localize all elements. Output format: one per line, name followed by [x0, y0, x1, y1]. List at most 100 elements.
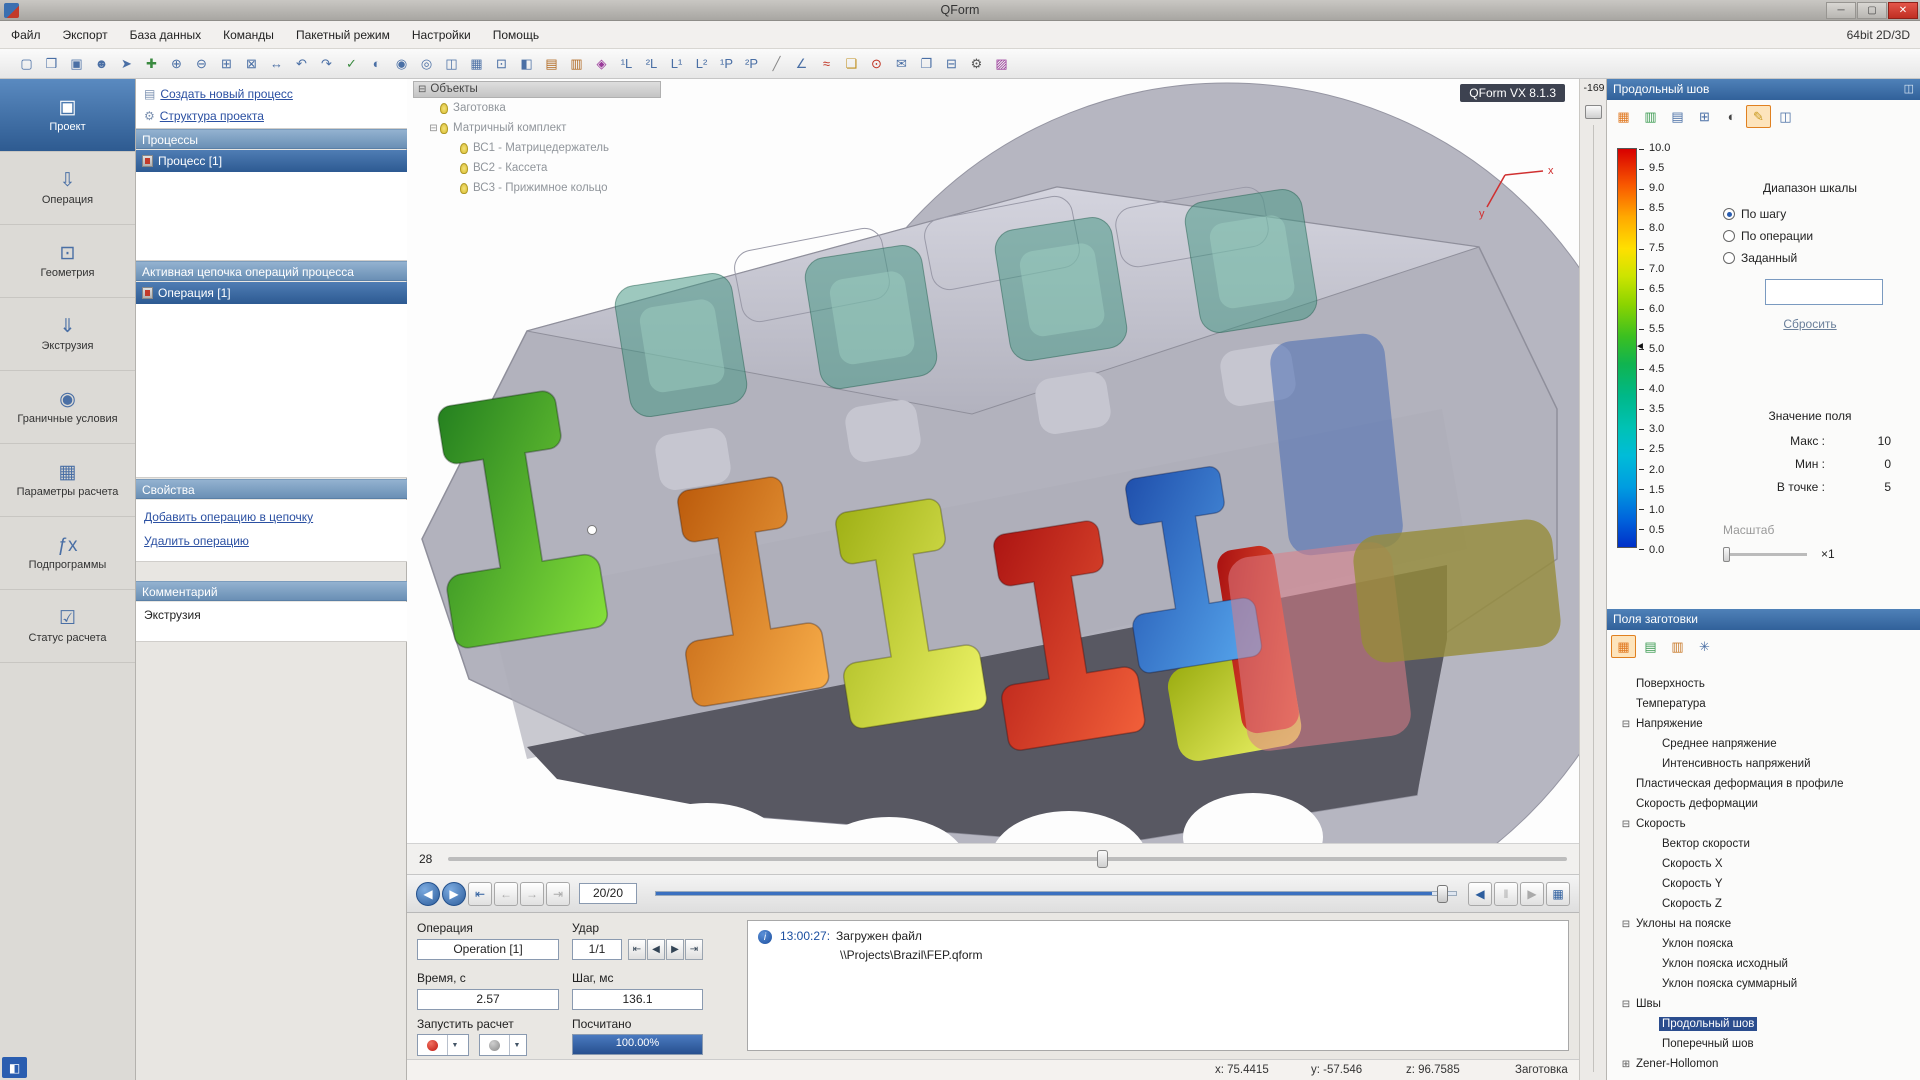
- minimize-button[interactable]: ─: [1826, 2, 1856, 19]
- field-halftone-icon[interactable]: ◐: [1719, 105, 1744, 128]
- save-icon[interactable]: ▣: [64, 52, 89, 77]
- trace-point2-icon[interactable]: ²P: [739, 51, 764, 76]
- field-palette-icon[interactable]: ▦: [1611, 105, 1636, 128]
- objects-tree-item[interactable]: ВС3 - Прижимное кольцо: [413, 178, 661, 198]
- first-blow-button[interactable]: ⇤: [628, 939, 646, 960]
- tree-item[interactable]: ⊟ Швы: [1611, 994, 1916, 1014]
- pause-button[interactable]: ‖: [1494, 882, 1518, 906]
- operation-chain-list[interactable]: [136, 282, 407, 478]
- results-table-button[interactable]: ▦: [1546, 882, 1570, 906]
- tree-item[interactable]: Скорость X: [1611, 854, 1916, 874]
- camera-icon[interactable]: ◧: [514, 52, 539, 77]
- frame-slider-track[interactable]: [448, 857, 1567, 861]
- twisty-icon[interactable]: ⊟: [1619, 919, 1633, 930]
- twisty-icon[interactable]: ⊞: [1619, 1059, 1633, 1070]
- probe-icon[interactable]: ◈: [589, 52, 614, 77]
- tree-item[interactable]: Продольный шов: [1611, 1014, 1916, 1034]
- mesh-icon[interactable]: ▦: [464, 52, 489, 77]
- menu-item[interactable]: Команды: [212, 21, 285, 49]
- stop-simulation-button[interactable]: ▼: [479, 1034, 527, 1056]
- tree-item[interactable]: Скорость деформации: [1611, 794, 1916, 814]
- graph-icon[interactable]: ≈: [814, 51, 839, 76]
- first-frame-button[interactable]: ⇤: [468, 882, 492, 906]
- last-blow-button[interactable]: ⇥: [685, 939, 703, 960]
- run-dropdown-icon[interactable]: ▼: [447, 1035, 462, 1055]
- field-edit-icon[interactable]: ✎: [1746, 105, 1771, 128]
- tree-item[interactable]: Скорость Z: [1611, 894, 1916, 914]
- billet-mesh-icon[interactable]: ▤: [1638, 635, 1663, 658]
- sidebar-item-simulation-parameters[interactable]: ▦ Параметры расчета: [0, 444, 135, 517]
- select-icon[interactable]: ➤: [114, 52, 139, 77]
- scale-range-option[interactable]: По шагу: [1707, 203, 1913, 225]
- mirror-icon[interactable]: ◫: [439, 52, 464, 77]
- sidebar-item-extrusion[interactable]: ⇓ Экструзия: [0, 298, 135, 371]
- trace-line1-icon[interactable]: ¹L: [614, 51, 639, 76]
- tree-item[interactable]: Уклон пояска: [1611, 934, 1916, 954]
- section-icon[interactable]: ◐: [364, 51, 389, 76]
- field-bars-icon[interactable]: ▥: [1638, 105, 1663, 128]
- twisty-icon[interactable]: ⊟: [427, 123, 440, 134]
- sidebar-item-geometry[interactable]: ⊡ Геометрия: [0, 225, 135, 298]
- tree-item[interactable]: Поверхность: [1611, 674, 1916, 694]
- mail-icon[interactable]: ✉: [889, 52, 914, 77]
- step-field[interactable]: 136.1: [572, 989, 703, 1010]
- display-icon[interactable]: ⊟: [939, 52, 964, 77]
- visibility-icon[interactable]: ◉: [389, 52, 414, 77]
- project-structure-link[interactable]: Структура проекта: [160, 109, 264, 123]
- twisty-icon[interactable]: ⊟: [1619, 819, 1633, 830]
- menu-item[interactable]: Помощь: [482, 21, 550, 49]
- scale-range-input[interactable]: [1765, 279, 1883, 305]
- billet-surface-icon[interactable]: ▦: [1611, 635, 1636, 658]
- zoom-in-icon[interactable]: ⊕: [164, 52, 189, 77]
- zoom-window-icon[interactable]: ⊞: [214, 52, 239, 77]
- record-video-icon[interactable]: ⊙: [864, 52, 889, 77]
- crosshair-icon[interactable]: ✚: [139, 52, 164, 77]
- tree-item[interactable]: Вектор скорости: [1611, 834, 1916, 854]
- tree-item[interactable]: ⊟ Скорость: [1611, 814, 1916, 834]
- taskbar-app-icon[interactable]: ◧: [2, 1057, 27, 1078]
- viewport-3d[interactable]: x y ⊟ Объекты Заготовка: [407, 79, 1579, 843]
- radio-icon[interactable]: [1723, 252, 1735, 264]
- tree-item[interactable]: Уклон пояска суммарный: [1611, 974, 1916, 994]
- sidebar-item-operation[interactable]: ⇩ Операция: [0, 152, 135, 225]
- menu-item[interactable]: Пакетный режим: [285, 21, 401, 49]
- prev-record-button[interactable]: ◀: [416, 882, 440, 906]
- last-frame-button[interactable]: ⇥: [546, 882, 570, 906]
- zoom-out-icon[interactable]: ⊖: [189, 52, 214, 77]
- trace-line4-icon[interactable]: L²: [689, 51, 714, 76]
- panel-layout-icon[interactable]: ◫: [1904, 79, 1914, 100]
- tree-item[interactable]: Интенсивность напряжений: [1611, 754, 1916, 774]
- next-blow-button[interactable]: ▶: [666, 939, 684, 960]
- message-log[interactable]: i 13:00:27:Загружен файл \\Projects\Braz…: [747, 920, 1569, 1051]
- shade-icon[interactable]: ◎: [414, 52, 439, 77]
- radio-icon[interactable]: [1723, 208, 1735, 220]
- delete-operation-link[interactable]: Удалить операцию: [144, 534, 249, 548]
- add-operation-link[interactable]: Добавить операцию в цепочку: [144, 510, 313, 524]
- objects-tree-item[interactable]: Заготовка: [413, 98, 661, 118]
- collapse-icon[interactable]: ⊟: [418, 81, 426, 98]
- menu-item[interactable]: Файл: [0, 21, 52, 49]
- billet-share-icon[interactable]: ✳: [1692, 635, 1717, 658]
- sidebar-item-project[interactable]: ▣ Проект: [0, 79, 135, 152]
- sidebar-item-boundary-conditions[interactable]: ◉ Граничные условия: [0, 371, 135, 444]
- menu-item[interactable]: База данных: [119, 21, 212, 49]
- step-forward-button[interactable]: →: [520, 882, 544, 906]
- rotate-cw-icon[interactable]: ↷: [314, 52, 339, 77]
- maximize-button[interactable]: ▢: [1857, 2, 1887, 19]
- tree-item[interactable]: Уклон пояска исходный: [1611, 954, 1916, 974]
- close-button[interactable]: ✕: [1888, 2, 1918, 19]
- objects-tree-item[interactable]: ВС1 - Матрицедержатель: [413, 138, 661, 158]
- sidebar-item-simulation-status[interactable]: ☑ Статус расчета: [0, 590, 135, 663]
- twisty-icon[interactable]: ⊟: [1619, 719, 1633, 730]
- timeline-slider-track[interactable]: [655, 891, 1457, 896]
- timeline-slider-handle[interactable]: [1437, 885, 1448, 903]
- rotate-ccw-icon[interactable]: ↶: [289, 52, 314, 77]
- pan-icon[interactable]: ↔: [264, 51, 289, 76]
- clip-plane-handle[interactable]: [1585, 105, 1602, 119]
- user-icon[interactable]: ☻: [89, 51, 114, 76]
- zoom-fit-icon[interactable]: ⊠: [239, 52, 264, 77]
- image-icon[interactable]: ▤: [539, 52, 564, 77]
- frame-counter-field[interactable]: 20/20: [579, 883, 637, 904]
- tree-item[interactable]: ⊞ Zener-Hollomon: [1611, 1054, 1916, 1074]
- settings-icon[interactable]: ⚙: [964, 52, 989, 77]
